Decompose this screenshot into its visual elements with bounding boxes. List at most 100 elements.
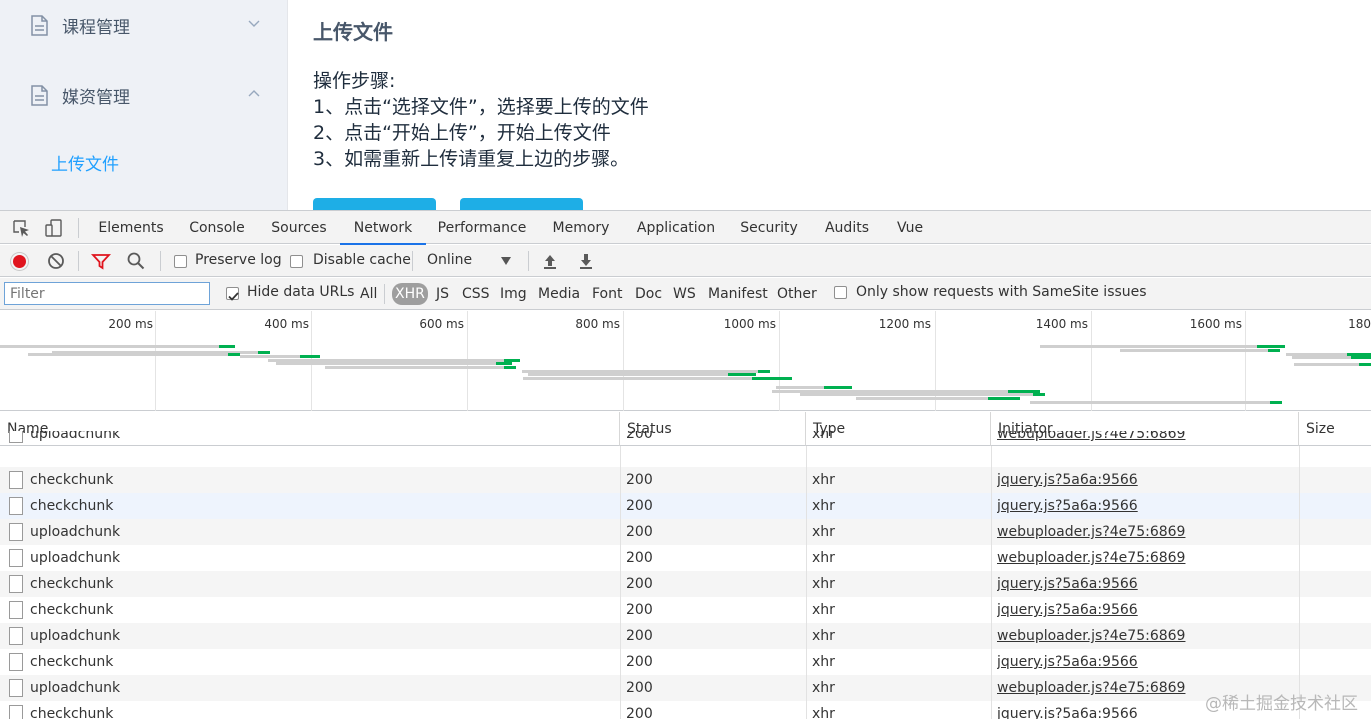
watermark: @稀土掘金技术社区 (1205, 694, 1358, 714)
tab-performance[interactable]: Performance (434, 211, 530, 244)
web-app: 课程管理 媒资管理 上传文件 上传文件 操作步骤: 1、点击“选择文件”，选择要… (0, 0, 1371, 210)
request-initiator-link[interactable]: jquery.js?5a6a:9566 (997, 649, 1287, 675)
tab-elements[interactable]: Elements (90, 211, 172, 244)
select-file-button[interactable] (313, 198, 436, 210)
file-icon (9, 497, 23, 515)
search-icon[interactable] (126, 251, 146, 271)
request-initiator-link[interactable]: jquery.js?5a6a:9566 (997, 493, 1287, 519)
tab-console[interactable]: Console (180, 211, 254, 244)
filter-type-css[interactable]: CSS (462, 283, 490, 305)
hide-data-urls-checkbox[interactable] (226, 287, 239, 301)
toolbar-divider (78, 218, 79, 238)
disable-cache-label: Disable cache (313, 252, 411, 268)
request-initiator-link[interactable]: jquery.js?5a6a:9566 (997, 571, 1287, 597)
waterfall-bar (1120, 349, 1280, 352)
request-status: 200 (626, 602, 653, 618)
overview-gridline (1091, 311, 1092, 411)
clear-icon[interactable] (46, 251, 66, 271)
request-initiator-link[interactable]: webuploader.js?4e75:6869 (997, 431, 1287, 447)
file-icon (9, 431, 23, 443)
request-type: xhr (812, 550, 835, 566)
preserve-log-checkbox[interactable] (174, 255, 187, 268)
waterfall-bar (1030, 401, 1282, 404)
sidebar-item-course[interactable]: 课程管理 (0, 0, 288, 50)
tab-sources[interactable]: Sources (262, 211, 336, 244)
table-row[interactable]: uploadchunk 200 xhr webuploader.js?4e75:686… (0, 431, 1371, 447)
overview-tick: 180 (1348, 317, 1371, 331)
filter-type-manifest[interactable]: Manifest (708, 283, 768, 305)
filter-type-font[interactable]: Font (592, 283, 622, 305)
request-initiator-link[interactable]: jquery.js?5a6a:9566 (997, 597, 1287, 623)
table-row[interactable]: checkchunk 200 xhr jquery.js?5a6a:9566 (0, 467, 1371, 493)
request-type: xhr (812, 628, 835, 644)
waterfall-bar-receive (1257, 345, 1285, 348)
waterfall-bar (276, 362, 512, 365)
network-toolbar: Preserve log Disable cache Online (0, 245, 1371, 277)
start-upload-button[interactable] (460, 198, 583, 210)
tab-security[interactable]: Security (734, 211, 804, 244)
import-har-icon[interactable] (540, 251, 560, 271)
table-row[interactable]: uploadchunk 200 xhr webuploader.js?4e75:686… (0, 675, 1371, 701)
toolbar-divider (384, 284, 385, 304)
request-status: 200 (626, 550, 653, 566)
request-type: xhr (812, 472, 835, 488)
waterfall-bar-receive (504, 366, 516, 369)
waterfall-bar (1040, 345, 1285, 348)
filter-type-ws[interactable]: WS (673, 283, 696, 305)
filter-type-other[interactable]: Other (777, 283, 817, 305)
file-icon (9, 653, 23, 671)
table-row[interactable]: checkchunk 200 xhr jquery.js?5a6a:9566 (0, 571, 1371, 597)
filter-icon[interactable] (91, 251, 111, 271)
tab-vue[interactable]: Vue (888, 211, 932, 244)
filter-type-media[interactable]: Media (538, 283, 580, 305)
inspect-element-icon[interactable] (11, 218, 31, 238)
filter-input[interactable] (4, 282, 210, 305)
request-initiator-link[interactable]: webuploader.js?4e75:6869 (997, 545, 1287, 571)
file-icon (9, 679, 23, 697)
device-toolbar-icon[interactable] (44, 218, 64, 238)
tab-network[interactable]: Network (340, 211, 426, 245)
instruction-line: 1、点击“选择文件”，选择要上传的文件 (313, 96, 649, 118)
filter-type-all[interactable]: All (360, 283, 377, 305)
sidebar: 课程管理 媒资管理 上传文件 (0, 0, 288, 210)
request-initiator-link[interactable]: webuploader.js?4e75:6869 (997, 519, 1287, 545)
waterfall-bar (1294, 363, 1371, 366)
waterfall-bar-receive (1351, 356, 1371, 359)
table-row[interactable]: checkchunk 200 xhr jquery.js?5a6a:9566 (0, 493, 1371, 519)
sidebar-item-label: 媒资管理 (62, 87, 130, 108)
table-row[interactable]: checkchunk 200 xhr jquery.js?5a6a:9566 (0, 701, 1371, 719)
tab-application[interactable]: Application (632, 211, 720, 244)
request-status: 200 (626, 628, 653, 644)
tab-audits[interactable]: Audits (818, 211, 876, 244)
request-initiator-link[interactable]: jquery.js?5a6a:9566 (997, 467, 1287, 493)
samesite-checkbox[interactable] (834, 286, 847, 299)
waterfall-bar (28, 353, 240, 356)
table-row[interactable]: uploadchunk 200 xhr webuploader.js?4e75:686… (0, 519, 1371, 545)
sidebar-item-label: 课程管理 (62, 17, 130, 38)
sidebar-subitem-upload[interactable]: 上传文件 (0, 136, 288, 186)
request-initiator-link[interactable]: webuploader.js?4e75:6869 (997, 623, 1287, 649)
filter-type-doc[interactable]: Doc (635, 283, 662, 305)
waterfall-bar-receive (1359, 363, 1371, 366)
request-status: 200 (626, 524, 653, 540)
request-status: 200 (626, 498, 653, 514)
tab-memory[interactable]: Memory (544, 211, 618, 244)
sidebar-item-media[interactable]: 媒资管理 (0, 70, 288, 120)
table-row[interactable]: uploadchunk 200 xhr webuploader.js?4e75:686… (0, 623, 1371, 649)
table-row[interactable]: checkchunk 200 xhr jquery.js?5a6a:9566 (0, 597, 1371, 623)
request-type: xhr (812, 576, 835, 592)
filter-type-js[interactable]: JS (436, 283, 449, 305)
file-icon (9, 549, 23, 567)
request-status: 200 (626, 472, 653, 488)
filter-type-xhr[interactable]: XHR (392, 283, 428, 305)
disable-cache-checkbox[interactable] (290, 255, 303, 268)
export-har-icon[interactable] (576, 251, 596, 271)
record-button[interactable] (11, 253, 28, 270)
request-status: 200 (626, 431, 653, 442)
table-row[interactable]: uploadchunk 200 xhr webuploader.js?4e75:686… (0, 545, 1371, 571)
table-row[interactable]: checkchunk 200 xhr jquery.js?5a6a:9566 (0, 649, 1371, 675)
column-divider (991, 446, 992, 719)
throttle-select[interactable]: Online (420, 251, 520, 271)
overview-gridline (155, 311, 156, 411)
filter-type-img[interactable]: Img (500, 283, 527, 305)
